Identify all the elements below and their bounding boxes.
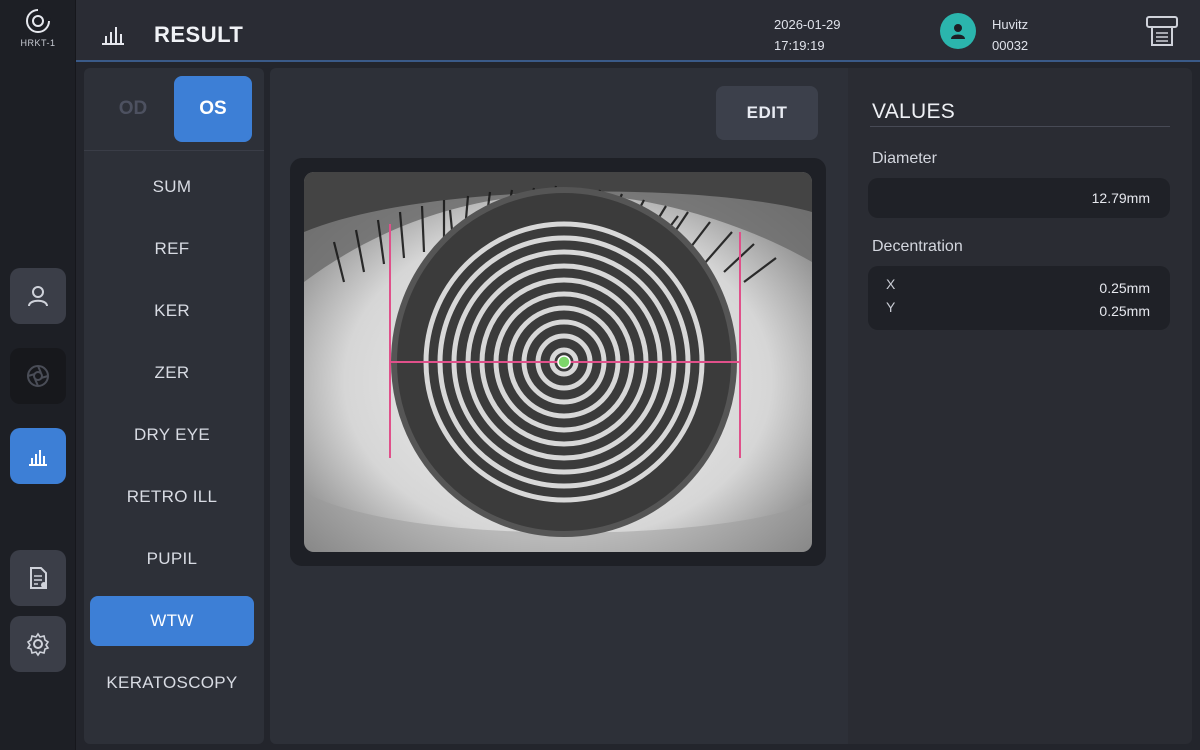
user-icon: [951, 24, 965, 39]
edit-button[interactable]: EDIT: [716, 86, 818, 140]
device-badge: HRKT-1: [0, 8, 76, 48]
user-id: 00032: [992, 38, 1029, 53]
nav-item-retro-ill[interactable]: RETRO ILL: [90, 472, 254, 522]
decentration-field: X 0.25mm Y 0.25mm: [868, 266, 1170, 330]
nav-item-dry-eye[interactable]: DRY EYE: [90, 410, 254, 460]
date-text: 2026-01-29: [774, 17, 841, 32]
divider: [870, 126, 1170, 127]
nav-item-ker[interactable]: KER: [90, 286, 254, 336]
bar-chart-icon: [102, 27, 124, 45]
report-button[interactable]: [10, 550, 66, 606]
decentration-label: Decentration: [872, 238, 963, 255]
diameter-field: 12.79mm: [868, 178, 1170, 218]
time-text: 17:19:19: [774, 38, 825, 53]
diameter-value: 12.79mm: [1091, 190, 1150, 206]
datetime: 2026-01-29 17:19:19: [774, 14, 841, 56]
x-value: 0.25mm: [1099, 280, 1150, 296]
eye-image[interactable]: [304, 172, 812, 552]
values-panel: VALUES Diameter 12.79mm Decentration X 0…: [848, 68, 1192, 744]
nav-item-zer[interactable]: ZER: [90, 348, 254, 398]
left-rail: HRKT-1: [0, 0, 76, 750]
user-name: Huvitz: [992, 17, 1029, 32]
aperture-icon: [27, 365, 49, 387]
result-button[interactable]: [10, 428, 66, 484]
nav-item-wtw[interactable]: WTW: [90, 596, 254, 646]
device-name: HRKT-1: [20, 38, 56, 48]
patient-button[interactable]: [10, 268, 66, 324]
y-label: Y: [886, 299, 896, 315]
od-button[interactable]: OD: [94, 76, 172, 142]
gear-icon: [26, 632, 50, 657]
divider: [84, 150, 264, 151]
values-title: VALUES: [872, 100, 956, 123]
page-title: RESULT: [154, 22, 244, 47]
user-info: Huvitz 00032: [992, 14, 1028, 56]
top-header: RESULT 2026-01-29 17:19:19 Huvitz 00032: [76, 0, 1200, 62]
nav-item-keratoscopy[interactable]: KERATOSCOPY: [90, 658, 254, 708]
nav-item-ref[interactable]: REF: [90, 224, 254, 274]
image-frame: [290, 158, 826, 566]
person-icon: [28, 286, 48, 307]
y-value: 0.25mm: [1099, 303, 1150, 319]
capture-button[interactable]: [10, 348, 66, 404]
bar-chart-icon: [29, 450, 47, 466]
x-label: X: [886, 276, 896, 292]
eye-toggle: OD OS: [92, 76, 256, 144]
os-button[interactable]: OS: [174, 76, 252, 142]
device-logo-icon: [26, 8, 51, 33]
settings-button[interactable]: [10, 616, 66, 672]
app-root: HRKT-1 RESULT 2026-01-29 17:19:19 Huvitz…: [0, 0, 1200, 750]
diameter-label: Diameter: [872, 150, 937, 167]
nav-item-pupil[interactable]: PUPIL: [90, 534, 254, 584]
avatar[interactable]: [940, 13, 976, 49]
printer-icon[interactable]: [1144, 14, 1180, 48]
nav-item-sum[interactable]: SUM: [90, 162, 254, 212]
image-panel: EDIT: [270, 68, 848, 744]
document-icon: [30, 567, 47, 589]
exam-nav-panel: OD OS SUM REF KER ZER DRY EYE RETRO ILL …: [84, 68, 264, 744]
